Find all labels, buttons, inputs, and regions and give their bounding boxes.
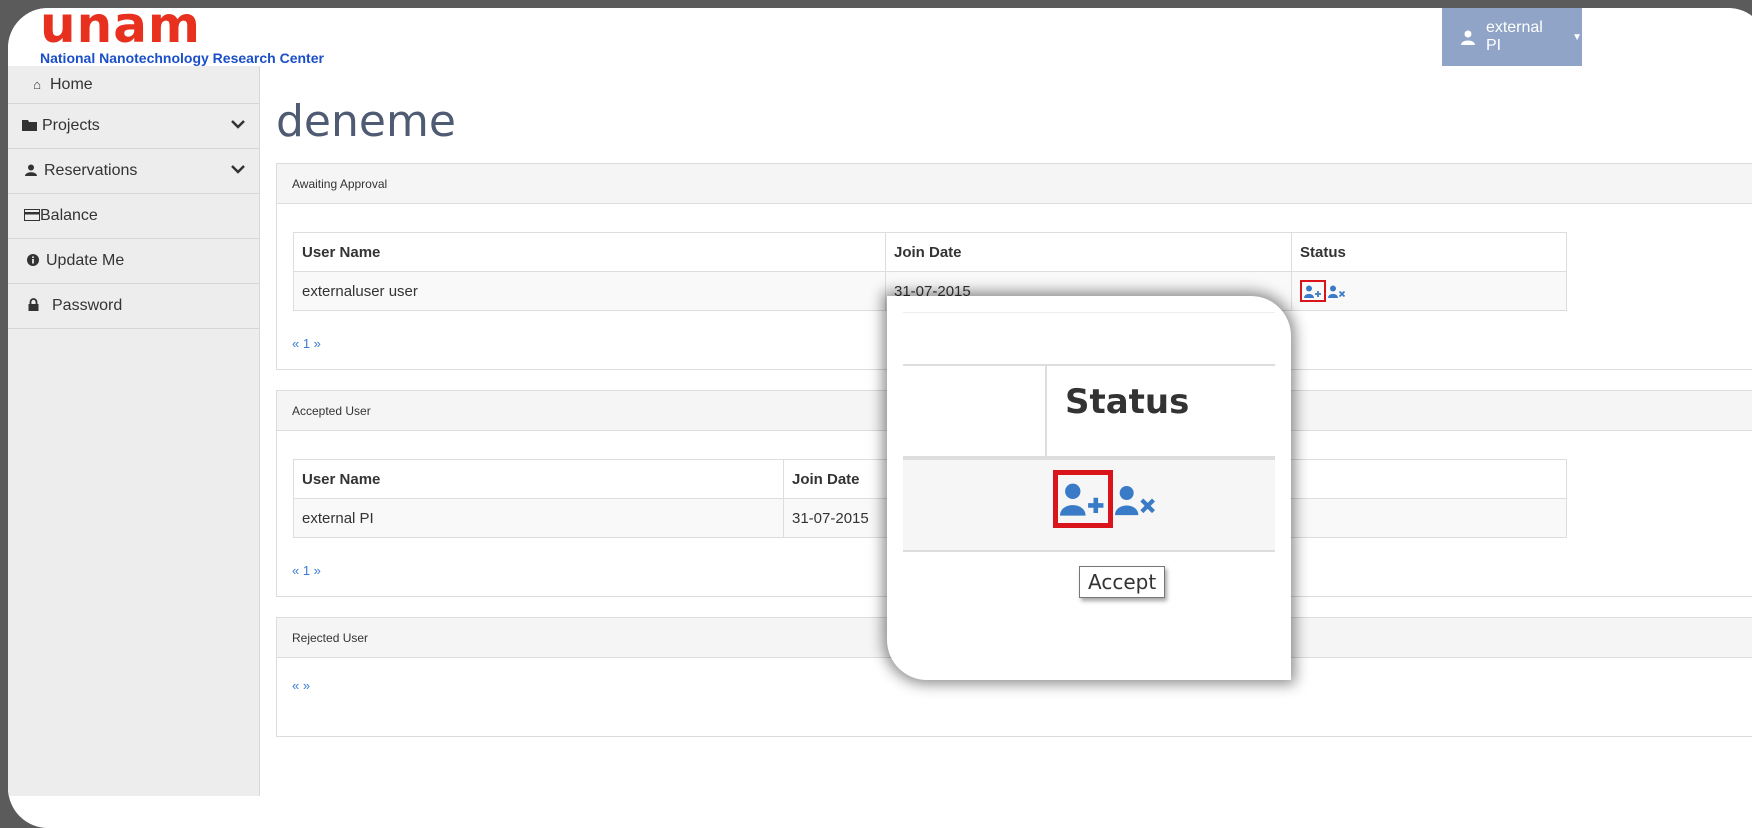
column-header: Join Date — [885, 232, 1292, 272]
main-content: deneme Awaiting Approval User Name Join … — [276, 66, 1752, 737]
lock-icon — [26, 298, 40, 314]
app-window: unam National Nanotechnology Research Ce… — [8, 8, 1752, 828]
sidebar: ⌂ Home Projects Reservations Balance Upd… — [8, 66, 260, 796]
logo-subtitle: National Nanotechnology Research Center — [40, 50, 324, 66]
zoom-accept-button[interactable] — [1053, 470, 1113, 528]
sidebar-item-label: Balance — [40, 207, 98, 224]
folder-open-icon — [22, 119, 37, 134]
zoom-content: Status Accept — [903, 312, 1275, 664]
status-actions — [1300, 280, 1558, 302]
logo[interactable]: unam — [40, 8, 201, 50]
sidebar-item-home[interactable]: ⌂ Home — [8, 66, 259, 104]
zoom-callout: Status Accept — [887, 296, 1291, 680]
pagination[interactable]: « 1 » — [292, 336, 321, 351]
table-header-row: User Name Join Date Status — [293, 232, 1567, 272]
user-plus-icon — [1304, 285, 1321, 298]
sidebar-item-label: Update Me — [46, 252, 125, 269]
sidebar-item-reservations[interactable]: Reservations — [8, 149, 259, 194]
info-circle-icon — [26, 253, 40, 269]
column-header: User Name — [293, 232, 886, 272]
zoom-table-top — [903, 312, 1275, 366]
home-icon: ⌂ — [33, 77, 41, 92]
chevron-down-icon — [231, 161, 245, 177]
user-plus-icon — [1060, 483, 1104, 516]
panel-heading: Awaiting Approval — [277, 164, 1752, 204]
page-title: deneme — [276, 96, 456, 147]
user-menu[interactable]: external PI ▼ — [1442, 8, 1582, 66]
status-cell — [1291, 271, 1567, 311]
user-icon — [1460, 30, 1475, 45]
top-bar: unam National Nanotechnology Research Ce… — [8, 8, 1752, 66]
user-times-icon[interactable] — [1328, 285, 1346, 298]
sidebar-item-projects[interactable]: Projects — [8, 104, 259, 149]
chevron-down-icon — [231, 116, 245, 132]
pagination[interactable]: « » — [292, 678, 310, 693]
user-icon — [24, 164, 38, 179]
column-header: Status — [1291, 232, 1567, 272]
user-times-icon[interactable] — [1115, 484, 1157, 516]
caret-down-icon: ▼ — [1572, 31, 1582, 43]
column-header: User Name — [293, 459, 784, 499]
accept-user-button[interactable] — [1300, 280, 1326, 302]
sidebar-item-balance[interactable]: Balance — [8, 194, 259, 239]
accept-tooltip: Accept — [1079, 566, 1166, 598]
sidebar-item-label: Home — [50, 75, 93, 93]
sidebar-item-label: Password — [52, 297, 123, 314]
sidebar-item-label: Projects — [42, 117, 100, 134]
sidebar-item-update-me[interactable]: Update Me — [8, 239, 259, 284]
credit-card-icon — [24, 208, 40, 224]
sidebar-item-label: Reservations — [44, 162, 138, 179]
user-menu-label: external PI — [1485, 19, 1543, 54]
pagination[interactable]: « 1 » — [292, 563, 321, 578]
sidebar-item-password[interactable]: Password — [8, 284, 259, 329]
zoom-status-header: Status — [1065, 382, 1190, 422]
user-name-cell: external PI — [293, 498, 784, 538]
user-name-cell: externaluser user — [293, 271, 886, 311]
